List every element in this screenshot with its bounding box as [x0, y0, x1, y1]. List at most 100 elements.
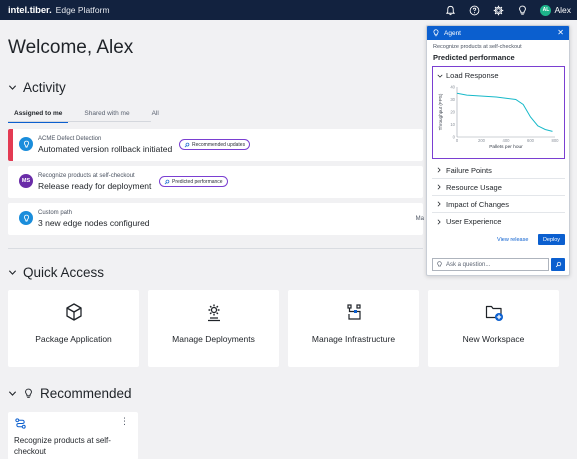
x-tick-label: 200 — [478, 138, 486, 143]
chevron-down-icon — [8, 85, 17, 90]
infrastructure-icon — [346, 304, 361, 320]
pill-label: Recommended updates — [192, 141, 246, 148]
product-name: Edge Platform — [55, 5, 110, 15]
close-icon[interactable]: ✕ — [557, 28, 564, 37]
ask-placeholder: Ask a question... — [446, 261, 491, 268]
x-tick-label: 600 — [527, 138, 535, 143]
bulb-icon — [25, 388, 32, 398]
gear-icon[interactable] — [492, 4, 504, 16]
activity-item-meta: Ma — [415, 216, 424, 222]
activity-item-source: ACME Defect Detection — [38, 136, 102, 142]
chevron-right-icon — [437, 167, 441, 173]
bulb-icon — [437, 261, 442, 267]
accordion-label: Failure Points — [446, 165, 492, 175]
path-icon — [15, 418, 26, 429]
folder-plus-icon — [485, 305, 503, 321]
y-axis-label: Throughput (FPS) — [438, 93, 443, 130]
failure-points-section[interactable]: Failure Points — [432, 162, 565, 179]
quick-access-label: Package Application — [35, 334, 112, 344]
y-tick-label: 20 — [450, 110, 455, 115]
search-icon — [164, 179, 170, 184]
bulb-icon — [19, 137, 33, 151]
accordion-label: Resource Usage — [446, 182, 502, 192]
accordion-label: Impact of Changes — [446, 199, 509, 209]
search-icon — [555, 261, 561, 268]
user-name: Alex — [554, 5, 571, 15]
section-divider — [8, 248, 423, 249]
bulb-icon — [433, 29, 439, 37]
agent-header: Agent ✕ — [427, 26, 569, 40]
chevron-right-icon — [437, 218, 441, 225]
page-title: Welcome, Alex — [8, 37, 134, 58]
load-response-title: Load Response — [446, 71, 499, 80]
activity-item[interactable]: Custom path 3 new edge nodes configured … — [8, 203, 424, 235]
activity-item-source: Recognize products at self-checkout — [38, 173, 135, 179]
package-application-card[interactable]: Package Application — [8, 290, 139, 367]
activity-item-source: Custom path — [38, 210, 73, 216]
avatar: AL — [540, 4, 552, 16]
user-menu[interactable]: AL Alex — [540, 4, 571, 16]
y-tick-label: 30 — [450, 97, 455, 102]
recommended-card[interactable]: ⋮ Recognize products at self-checkout — [8, 412, 138, 459]
avatar: MS — [19, 174, 33, 188]
recommended-section-header[interactable]: Recommended — [8, 386, 132, 401]
load-response-header[interactable]: Load Response — [437, 71, 499, 80]
top-bar: intel.tiber. Edge Platform AL Alex — [0, 0, 577, 20]
activity-item-message: 3 new edge nodes configured — [38, 218, 150, 228]
agent-title: Agent — [444, 29, 461, 37]
quick-access-label: Manage Deployments — [172, 334, 255, 344]
new-workspace-card[interactable]: New Workspace — [428, 290, 559, 367]
predicted-performance-pill[interactable]: Predicted performance — [159, 176, 228, 187]
bulb-icon[interactable] — [516, 4, 528, 16]
quick-access-section-header[interactable]: Quick Access — [8, 265, 104, 280]
x-axis-label: Pallets per hour — [489, 144, 523, 150]
activity-item-message: Automated version rollback initiated — [38, 144, 173, 154]
recommended-title: Recommended — [40, 386, 132, 401]
activity-section-header[interactable]: Activity — [8, 80, 66, 95]
user-experience-section[interactable]: User Experience — [432, 213, 565, 230]
bulb-icon — [19, 211, 33, 225]
activity-item-message: Release ready for deployment — [38, 181, 152, 191]
y-tick-label: 40 — [450, 85, 455, 90]
view-release-link[interactable]: View release — [497, 237, 528, 243]
x-tick-label: 0 — [456, 138, 459, 143]
chevron-right-icon — [437, 184, 441, 190]
throughput-series-line — [456, 92, 553, 132]
ask-input[interactable]: Ask a question... — [432, 258, 549, 271]
chevron-down-icon — [437, 74, 443, 78]
agent-heading: Predicted performance — [433, 53, 515, 62]
search-icon — [184, 142, 190, 147]
quick-access-label: Manage Infrastructure — [311, 334, 396, 344]
manage-infrastructure-card[interactable]: Manage Infrastructure — [288, 290, 419, 367]
agent-subtitle: Recognize products at self-checkout — [433, 44, 522, 50]
accordion-label: User Experience — [446, 217, 502, 226]
y-tick-label: 10 — [450, 122, 455, 127]
recommended-card-title: Recognize products at self-checkout — [14, 436, 111, 456]
gears-icon — [207, 304, 220, 322]
impact-of-changes-section[interactable]: Impact of Changes — [432, 196, 565, 213]
x-tick-label: 800 — [552, 138, 560, 143]
load-response-chart: 4030201000 200 400 600 800Pallets per hourTh… — [438, 85, 560, 151]
activity-item[interactable]: MS Recognize products at self-checkout R… — [8, 166, 423, 198]
chevron-right-icon — [437, 201, 441, 207]
manage-deployments-card[interactable]: Manage Deployments — [148, 290, 279, 367]
recommended-updates-pill[interactable]: Recommended updates — [179, 139, 251, 150]
activity-item[interactable]: ACME Defect Detection Automated version … — [8, 129, 423, 161]
tabs-divider — [8, 121, 151, 122]
top-bar-actions: AL Alex — [444, 0, 571, 20]
chevron-down-icon — [8, 391, 17, 396]
ask-send-button[interactable] — [551, 258, 565, 271]
activity-title: Activity — [23, 80, 66, 95]
more-options-icon[interactable]: ⋮ — [120, 416, 129, 427]
resource-usage-section[interactable]: Resource Usage — [432, 179, 565, 196]
bell-icon[interactable] — [444, 4, 456, 16]
pill-label: Predicted performance — [172, 178, 223, 185]
deploy-button[interactable]: Deploy — [538, 234, 565, 245]
brand-logo[interactable]: intel.tiber. — [8, 5, 52, 16]
load-response-section[interactable]: Load Response 40 30 20 10 0 0 200 400 600 800 Pall… — [432, 66, 565, 159]
cube-icon — [65, 303, 82, 321]
agent-panel: Agent ✕ Recognize products at self-check… — [426, 25, 570, 276]
quick-access-title: Quick Access — [23, 265, 105, 280]
help-icon[interactable] — [468, 4, 480, 16]
quick-access-label: New Workspace — [462, 334, 525, 344]
